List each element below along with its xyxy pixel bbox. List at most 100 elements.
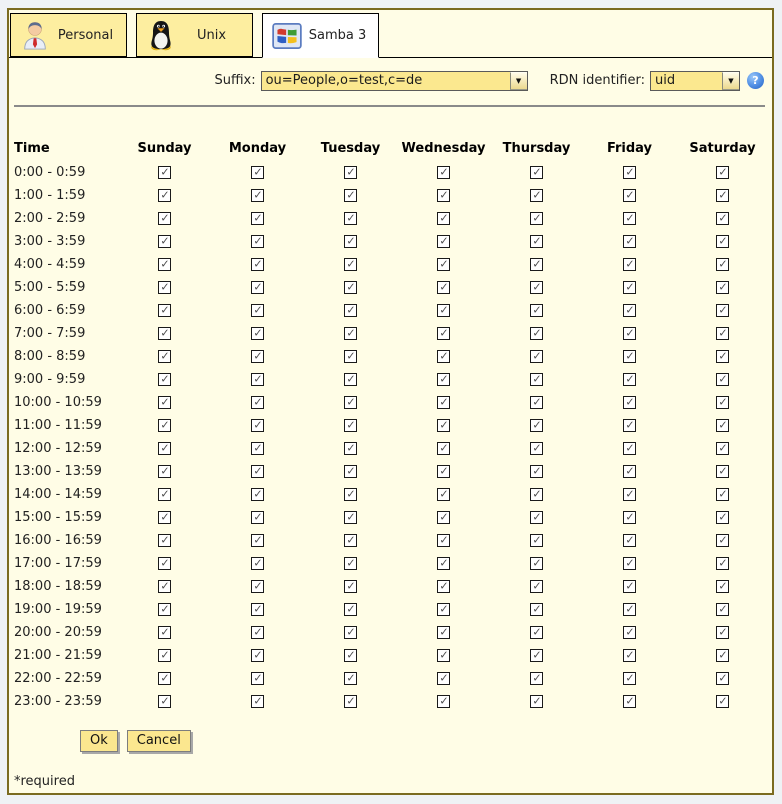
timegrid-checkbox[interactable] bbox=[251, 465, 264, 478]
timegrid-checkbox[interactable] bbox=[251, 580, 264, 593]
timegrid-checkbox[interactable] bbox=[530, 327, 543, 340]
timegrid-checkbox[interactable] bbox=[530, 534, 543, 547]
timegrid-checkbox[interactable] bbox=[530, 166, 543, 179]
timegrid-checkbox[interactable] bbox=[158, 580, 171, 593]
timegrid-checkbox[interactable] bbox=[716, 258, 729, 271]
timegrid-checkbox[interactable] bbox=[623, 350, 636, 363]
timegrid-checkbox[interactable] bbox=[344, 603, 357, 616]
timegrid-checkbox[interactable] bbox=[158, 465, 171, 478]
timegrid-checkbox[interactable] bbox=[623, 626, 636, 639]
timegrid-checkbox[interactable] bbox=[437, 304, 450, 317]
timegrid-checkbox[interactable] bbox=[251, 235, 264, 248]
timegrid-checkbox[interactable] bbox=[623, 557, 636, 570]
timegrid-checkbox[interactable] bbox=[437, 235, 450, 248]
chevron-down-icon[interactable]: ▼ bbox=[722, 72, 739, 90]
timegrid-checkbox[interactable] bbox=[530, 649, 543, 662]
timegrid-checkbox[interactable] bbox=[437, 350, 450, 363]
timegrid-checkbox[interactable] bbox=[623, 327, 636, 340]
timegrid-checkbox[interactable] bbox=[716, 327, 729, 340]
timegrid-checkbox[interactable] bbox=[716, 557, 729, 570]
timegrid-checkbox[interactable] bbox=[437, 166, 450, 179]
timegrid-checkbox[interactable] bbox=[344, 465, 357, 478]
timegrid-checkbox[interactable] bbox=[344, 672, 357, 685]
timegrid-checkbox[interactable] bbox=[716, 534, 729, 547]
timegrid-checkbox[interactable] bbox=[716, 419, 729, 432]
timegrid-checkbox[interactable] bbox=[530, 373, 543, 386]
timegrid-checkbox[interactable] bbox=[251, 649, 264, 662]
timegrid-checkbox[interactable] bbox=[623, 488, 636, 501]
timegrid-checkbox[interactable] bbox=[344, 557, 357, 570]
timegrid-checkbox[interactable] bbox=[716, 465, 729, 478]
timegrid-checkbox[interactable] bbox=[623, 603, 636, 616]
timegrid-checkbox[interactable] bbox=[344, 649, 357, 662]
timegrid-checkbox[interactable] bbox=[437, 695, 450, 708]
timegrid-checkbox[interactable] bbox=[344, 419, 357, 432]
timegrid-checkbox[interactable] bbox=[623, 258, 636, 271]
timegrid-checkbox[interactable] bbox=[344, 373, 357, 386]
timegrid-checkbox[interactable] bbox=[158, 396, 171, 409]
timegrid-checkbox[interactable] bbox=[344, 350, 357, 363]
tab-personal[interactable]: Personal bbox=[10, 13, 127, 57]
timegrid-checkbox[interactable] bbox=[344, 396, 357, 409]
timegrid-checkbox[interactable] bbox=[437, 649, 450, 662]
timegrid-checkbox[interactable] bbox=[623, 396, 636, 409]
timegrid-checkbox[interactable] bbox=[251, 488, 264, 501]
timegrid-checkbox[interactable] bbox=[716, 603, 729, 616]
timegrid-checkbox[interactable] bbox=[530, 304, 543, 317]
timegrid-checkbox[interactable] bbox=[437, 396, 450, 409]
timegrid-checkbox[interactable] bbox=[437, 258, 450, 271]
timegrid-checkbox[interactable] bbox=[158, 304, 171, 317]
timegrid-checkbox[interactable] bbox=[623, 419, 636, 432]
timegrid-checkbox[interactable] bbox=[530, 258, 543, 271]
timegrid-checkbox[interactable] bbox=[251, 442, 264, 455]
timegrid-checkbox[interactable] bbox=[158, 166, 171, 179]
timegrid-checkbox[interactable] bbox=[623, 649, 636, 662]
chevron-down-icon[interactable]: ▼ bbox=[510, 72, 527, 90]
cancel-button[interactable]: Cancel bbox=[127, 730, 191, 752]
timegrid-checkbox[interactable] bbox=[623, 235, 636, 248]
timegrid-checkbox[interactable] bbox=[158, 373, 171, 386]
timegrid-checkbox[interactable] bbox=[437, 580, 450, 593]
timegrid-checkbox[interactable] bbox=[344, 442, 357, 455]
timegrid-checkbox[interactable] bbox=[530, 626, 543, 639]
timegrid-checkbox[interactable] bbox=[344, 304, 357, 317]
timegrid-checkbox[interactable] bbox=[437, 465, 450, 478]
timegrid-checkbox[interactable] bbox=[344, 212, 357, 225]
timegrid-checkbox[interactable] bbox=[530, 580, 543, 593]
timegrid-checkbox[interactable] bbox=[716, 626, 729, 639]
timegrid-checkbox[interactable] bbox=[158, 350, 171, 363]
timegrid-checkbox[interactable] bbox=[251, 557, 264, 570]
timegrid-checkbox[interactable] bbox=[530, 672, 543, 685]
timegrid-checkbox[interactable] bbox=[437, 442, 450, 455]
timegrid-checkbox[interactable] bbox=[530, 442, 543, 455]
timegrid-checkbox[interactable] bbox=[623, 442, 636, 455]
timegrid-checkbox[interactable] bbox=[437, 327, 450, 340]
timegrid-checkbox[interactable] bbox=[251, 695, 264, 708]
timegrid-checkbox[interactable] bbox=[158, 603, 171, 616]
timegrid-checkbox[interactable] bbox=[251, 166, 264, 179]
timegrid-checkbox[interactable] bbox=[251, 327, 264, 340]
timegrid-checkbox[interactable] bbox=[623, 534, 636, 547]
timegrid-checkbox[interactable] bbox=[158, 511, 171, 524]
timegrid-checkbox[interactable] bbox=[158, 258, 171, 271]
timegrid-checkbox[interactable] bbox=[437, 281, 450, 294]
timegrid-checkbox[interactable] bbox=[251, 281, 264, 294]
timegrid-checkbox[interactable] bbox=[344, 626, 357, 639]
timegrid-checkbox[interactable] bbox=[623, 373, 636, 386]
timegrid-checkbox[interactable] bbox=[344, 281, 357, 294]
timegrid-checkbox[interactable] bbox=[158, 189, 171, 202]
timegrid-checkbox[interactable] bbox=[530, 695, 543, 708]
suffix-select[interactable]: ou=People,o=test,c=de ▼ bbox=[261, 71, 528, 91]
timegrid-checkbox[interactable] bbox=[251, 373, 264, 386]
tab-unix[interactable]: Unix bbox=[136, 13, 253, 57]
timegrid-checkbox[interactable] bbox=[623, 189, 636, 202]
timegrid-checkbox[interactable] bbox=[623, 212, 636, 225]
timegrid-checkbox[interactable] bbox=[158, 442, 171, 455]
timegrid-checkbox[interactable] bbox=[716, 580, 729, 593]
timegrid-checkbox[interactable] bbox=[716, 189, 729, 202]
timegrid-checkbox[interactable] bbox=[251, 350, 264, 363]
timegrid-checkbox[interactable] bbox=[437, 672, 450, 685]
timegrid-checkbox[interactable] bbox=[716, 695, 729, 708]
timegrid-checkbox[interactable] bbox=[716, 166, 729, 179]
timegrid-checkbox[interactable] bbox=[158, 626, 171, 639]
